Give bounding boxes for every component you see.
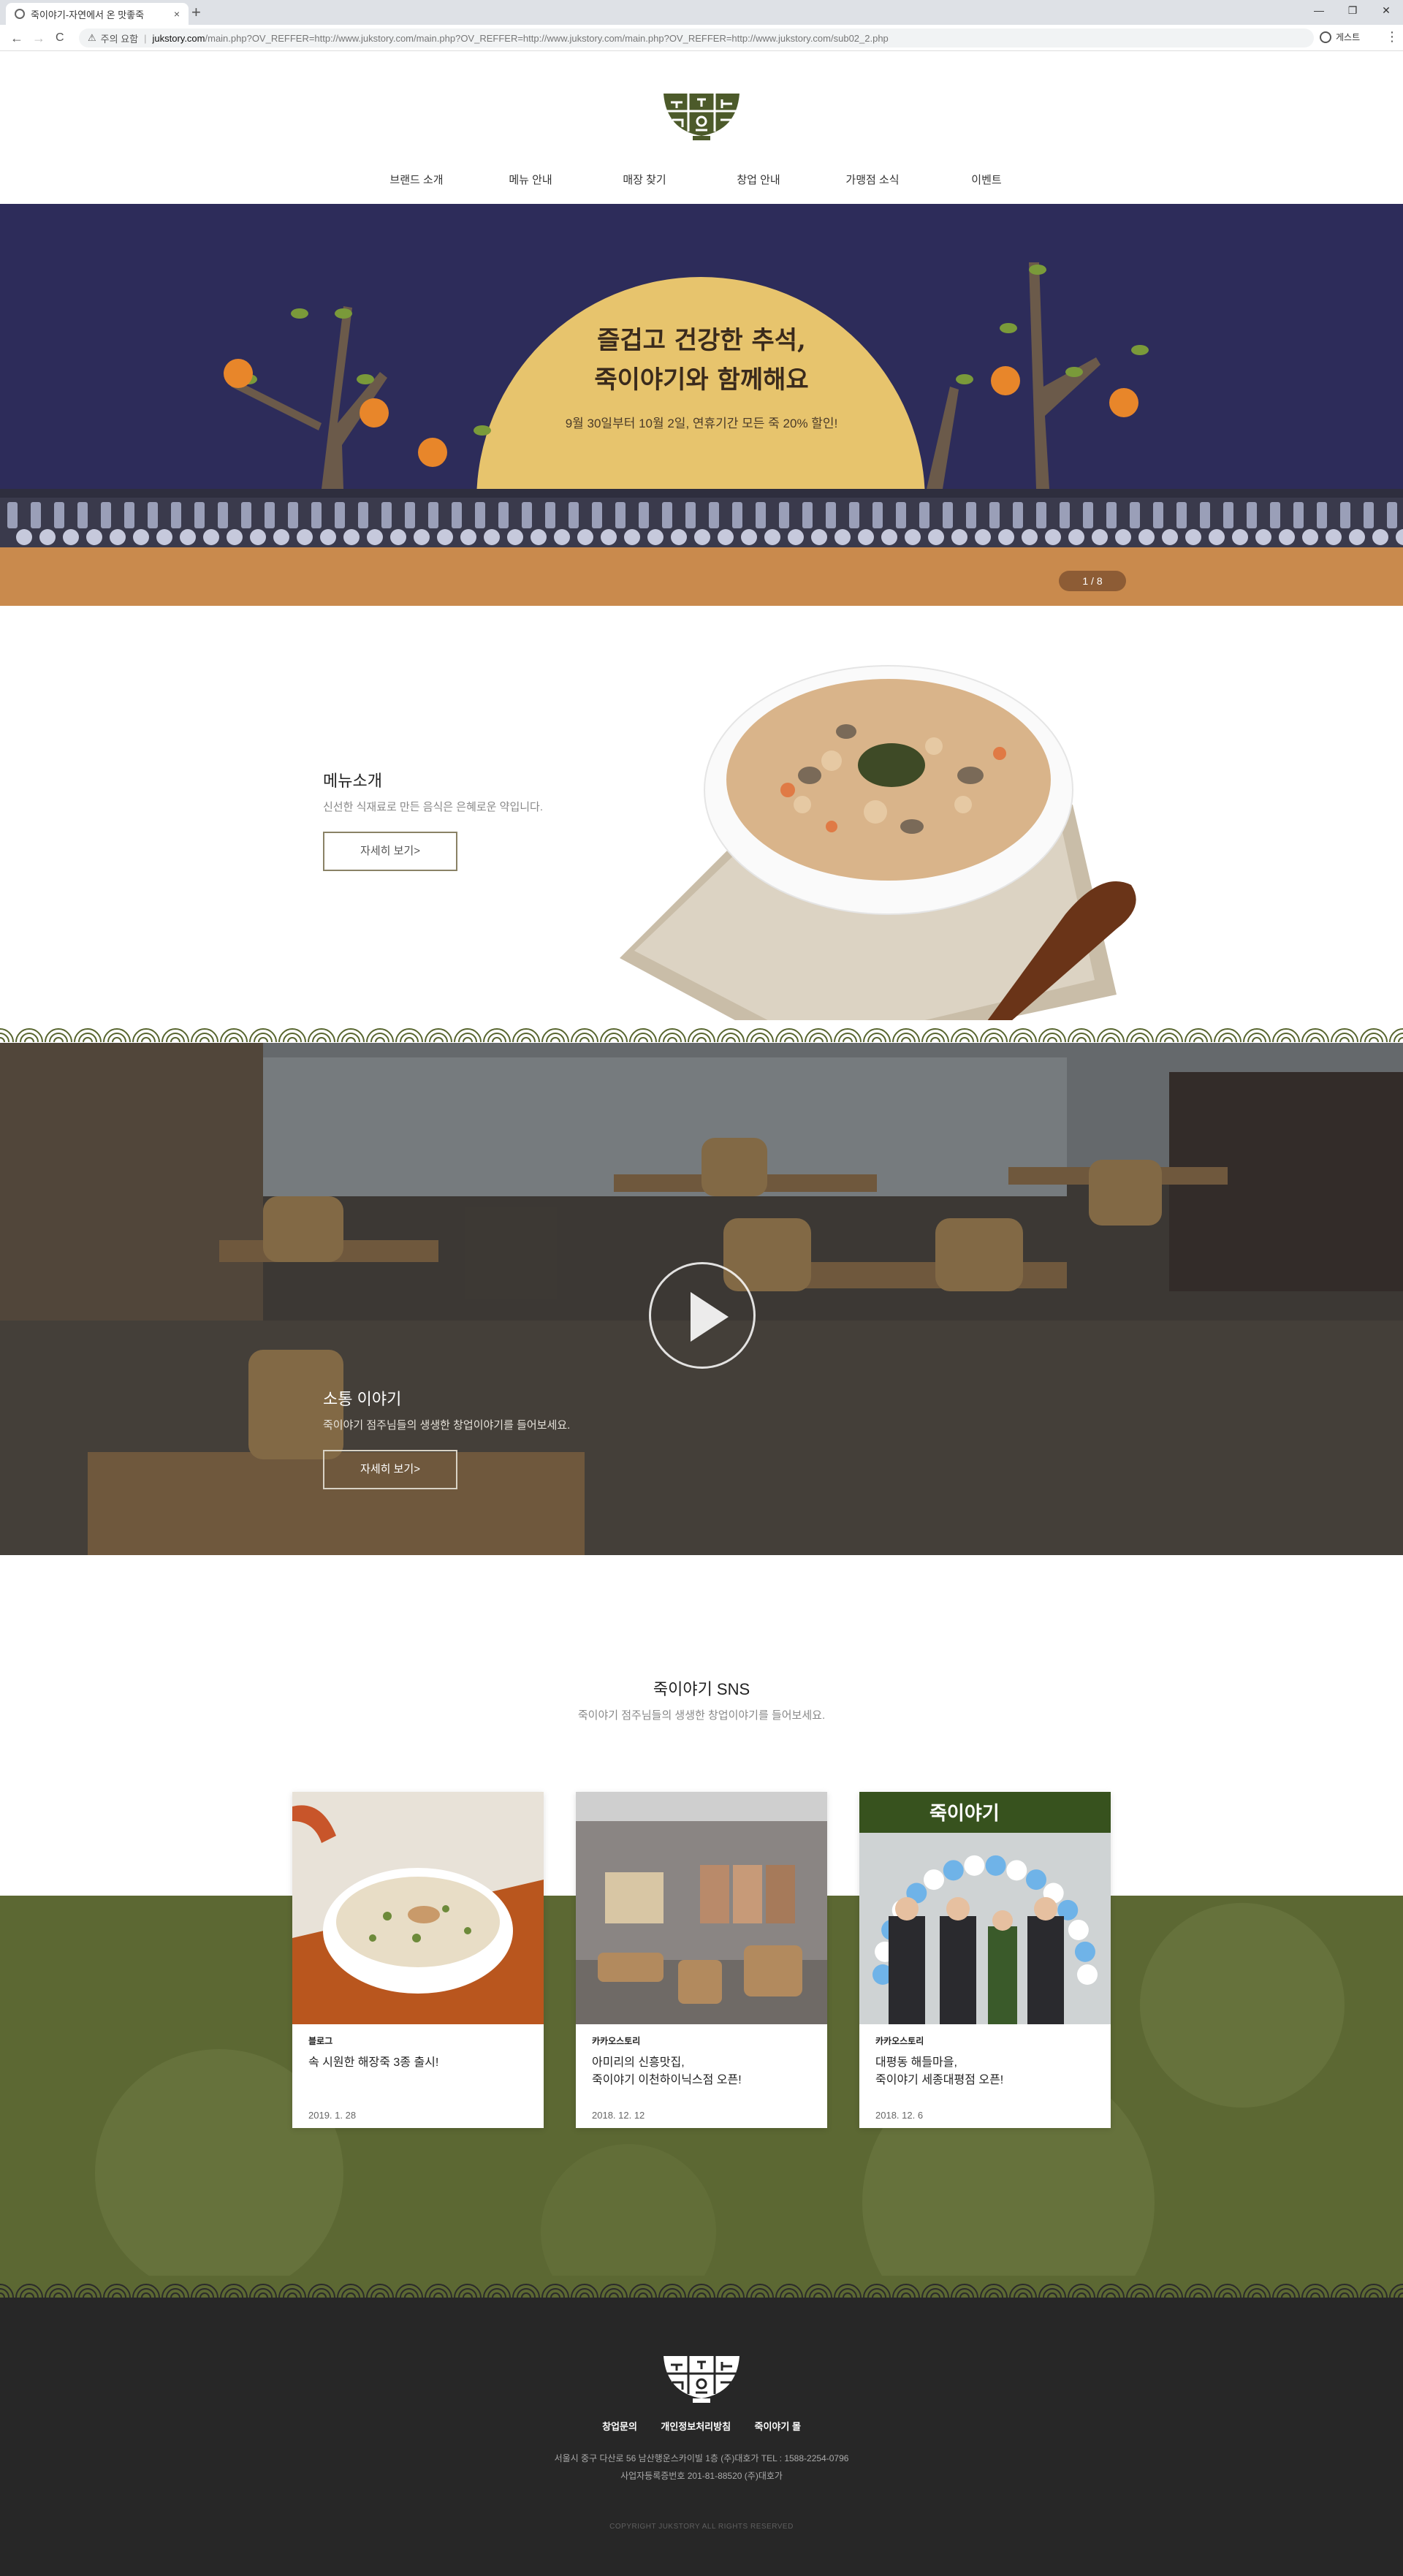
- card-title: 대평동 해들마을, 죽이야기 세종대평점 오픈!: [875, 2056, 1004, 2086]
- browser-menu-icon[interactable]: ⋮: [1385, 29, 1399, 45]
- card-date: 2019. 1. 28: [308, 2110, 357, 2121]
- menu-intro-section: 메뉴소개 신선한 식재료로 만든 음식은 은혜로운 약입니다. 자세히 보기>: [0, 606, 1403, 1043]
- menu-intro-title: 메뉴소개: [323, 772, 382, 790]
- warning-icon: ⚠: [88, 32, 96, 43]
- footer-logo[interactable]: [661, 2350, 742, 2404]
- footer-link-privacy[interactable]: 개인정보처리방침: [661, 2419, 731, 2433]
- forward-button[interactable]: →: [32, 29, 45, 47]
- url-host: jukstory.com: [152, 32, 205, 44]
- wave-pattern-divider: [0, 2276, 1403, 2298]
- porridge-bowl-image: [620, 665, 1136, 1031]
- sns-card[interactable]: 블로그 속 시원한 해장죽 3종 출시! 2019. 1. 28: [292, 1792, 544, 2128]
- browser-tab-bar: 죽이야기-자연에서 온 맛좋죽 × + — ❐ ✕: [0, 0, 1403, 25]
- card-category: 카카오스토리: [592, 2036, 641, 2046]
- haejangjuk-image: [292, 1792, 544, 2024]
- footer-business-number: 사업자등록증번호 201-81-88520 (주)대호가: [620, 2471, 783, 2481]
- store-sign: 죽이야기: [929, 1803, 1000, 1825]
- menu-intro-desc: 신선한 식재료로 만든 음식은 은혜로운 약입니다.: [323, 801, 544, 813]
- maximize-button[interactable]: ❐: [1336, 0, 1369, 25]
- card-date: 2018. 12. 12: [592, 2110, 645, 2121]
- card-title: 속 시원한 해장죽 3종 출시!: [308, 2056, 439, 2069]
- story-desc: 죽이야기 점주님들의 생생한 창업이야기를 들어보세요.: [323, 1419, 571, 1432]
- story-section: 소통 이야기 죽이야기 점주님들의 생생한 창업이야기를 들어보세요. 자세히 …: [0, 1043, 1403, 1555]
- browser-tab[interactable]: 죽이야기-자연에서 온 맛좋죽 ×: [6, 3, 189, 25]
- footer-link-franchise-inquiry[interactable]: 창업문의: [602, 2419, 637, 2433]
- card-date: 2018. 12. 6: [875, 2110, 924, 2121]
- minimize-button[interactable]: —: [1302, 0, 1336, 25]
- play-video-button[interactable]: [649, 1262, 756, 1369]
- close-window-button[interactable]: ✕: [1369, 0, 1403, 25]
- nav-event[interactable]: 이벤트: [929, 170, 1043, 191]
- window-controls: — ❐ ✕: [1302, 0, 1403, 25]
- address-bar[interactable]: ⚠ 주의 요함 | jukstory.com /main.php?OV_REFF…: [79, 29, 1314, 48]
- sns-section: 죽이야기 SNS 죽이야기 점주님들의 생생한 창업이야기를 들어보세요. 블로…: [0, 1555, 1403, 2298]
- hero-title: 즐겁고 건강한 추석, 죽이야기와 함께해요: [594, 326, 809, 395]
- user-icon: [1320, 31, 1331, 43]
- tab-title: 죽이야기-자연에서 온 맛좋죽: [31, 9, 145, 20]
- nav-brand[interactable]: 브랜드 소개: [360, 170, 474, 191]
- sns-card[interactable]: 죽이야기 카카오스토리 대평동 해들마을, 죽이야기 세종대평점 오픈! 201…: [859, 1792, 1111, 2128]
- reload-button[interactable]: C: [56, 29, 64, 47]
- nav-store-news[interactable]: 가맹점 소식: [815, 170, 929, 191]
- url-path: /main.php?OV_REFFER=http://www.jukstory.…: [205, 32, 889, 44]
- new-tab-button[interactable]: +: [191, 4, 201, 20]
- profile-button[interactable]: 게스트: [1320, 31, 1360, 43]
- nav-franchise[interactable]: 창업 안내: [702, 170, 815, 191]
- sns-title: 죽이야기 SNS: [653, 1680, 750, 1698]
- wave-pattern-divider: [0, 1020, 1403, 1042]
- slide-indicator[interactable]: 1 / 8: [1059, 571, 1126, 591]
- brand-logo[interactable]: [661, 88, 742, 142]
- footer-link-mall[interactable]: 죽이야기 몰: [755, 2419, 801, 2433]
- stone-wall-illustration: [0, 489, 1403, 547]
- sns-desc: 죽이야기 점주님들의 생생한 창업이야기를 들어보세요.: [577, 1709, 826, 1722]
- security-label: 주의 요함: [100, 33, 139, 45]
- card-category: 카카오스토리: [875, 2036, 924, 2046]
- story-more-button[interactable]: 자세히 보기>: [323, 1450, 457, 1489]
- main-navigation: 브랜드 소개 메뉴 안내 매장 찾기 창업 안내 가맹점 소식 이벤트: [0, 170, 1403, 191]
- footer-links: 창업문의 개인정보처리방침 죽이야기 몰: [0, 2419, 1403, 2433]
- profile-label: 게스트: [1336, 32, 1361, 42]
- story-title: 소통 이야기: [323, 1390, 402, 1408]
- menu-more-button[interactable]: 자세히 보기>: [323, 832, 457, 871]
- browser-toolbar: ← → C ⚠ 주의 요함 | jukstory.com /main.php?O…: [0, 25, 1403, 51]
- sns-card-list: 블로그 속 시원한 해장죽 3종 출시! 2019. 1. 28 카카오스토리 …: [292, 1792, 1111, 2128]
- sns-card[interactable]: 카카오스토리 아미리의 신흥맛집, 죽이야기 이천하이닉스점 오픈! 2018.…: [576, 1792, 827, 2128]
- hero-subtitle: 9월 30일부터 10월 2일, 연휴기간 모든 죽 20% 할인!: [565, 417, 838, 430]
- footer-address: 서울시 중구 다산로 56 남산행운스카이빌 1층 (주)대호가 TEL : 1…: [554, 2453, 849, 2463]
- close-tab-icon[interactable]: ×: [174, 8, 180, 20]
- ground-band: [0, 547, 1403, 606]
- card-title: 아미리의 신흥맛집, 죽이야기 이천하이닉스점 오픈!: [592, 2056, 742, 2086]
- sejong-store-opening-image: 죽이야기: [859, 1792, 1111, 2024]
- back-button[interactable]: ←: [10, 29, 23, 47]
- site-footer: 창업문의 개인정보처리방침 죽이야기 몰 서울시 중구 다산로 56 남산행운스…: [0, 2298, 1403, 2576]
- nav-menu[interactable]: 메뉴 안내: [474, 170, 588, 191]
- footer-copyright: COPYRIGHT JUKSTORY ALL RIGHTS RESERVED: [609, 2523, 794, 2531]
- globe-icon: [15, 9, 25, 19]
- card-category: 블로그: [308, 2036, 333, 2046]
- icheon-store-image: [576, 1792, 827, 2024]
- hero-banner[interactable]: 즐겁고 건강한 추석, 죽이야기와 함께해요 9월 30일부터 10월 2일, …: [0, 204, 1403, 606]
- nav-stores[interactable]: 매장 찾기: [588, 170, 702, 191]
